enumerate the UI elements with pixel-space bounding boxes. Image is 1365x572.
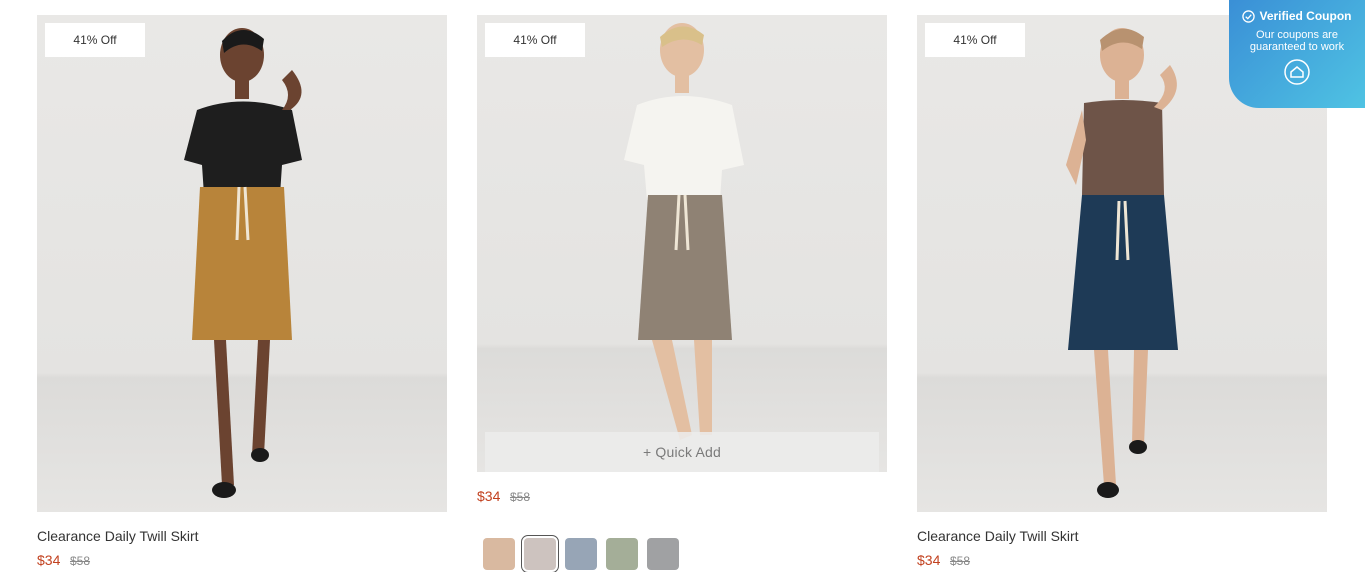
price-row: $34 $58 (477, 488, 887, 504)
coupon-header: Verified Coupon (1229, 9, 1365, 23)
sale-price: $34 (917, 552, 941, 568)
model-figure (624, 23, 744, 440)
coupon-subtitle: Our coupons are guaranteed to work (1249, 29, 1345, 53)
price-row: $34 $58 (917, 552, 1327, 568)
swatch-blue-grey[interactable] (565, 538, 597, 570)
check-circle-icon (1242, 9, 1256, 23)
model-figure (184, 28, 302, 498)
product-card[interactable]: 41% Off Clearance Daily Twill Skirt $34 … (37, 15, 447, 568)
original-price: $58 (509, 490, 531, 504)
model-figure (1066, 28, 1178, 498)
house-logo-icon (1284, 59, 1310, 85)
sale-price: $34 (477, 488, 501, 504)
original-price: $58 (69, 554, 91, 568)
swatch-sage[interactable] (606, 538, 638, 570)
swatch-tan[interactable] (483, 538, 515, 570)
product-title[interactable]: Clearance Daily Twill Skirt (37, 528, 447, 544)
sale-price: $34 (37, 552, 61, 568)
swatch-stone[interactable] (521, 535, 559, 572)
swatch-grey[interactable] (647, 538, 679, 570)
color-swatches (483, 535, 887, 572)
product-title[interactable]: Clearance Daily Twill Skirt (917, 528, 1327, 544)
product-card[interactable]: 41% Off + Quick Add $34 $58 (477, 15, 887, 572)
price-row: $34 $58 (37, 552, 447, 568)
discount-badge: 41% Off (485, 23, 585, 57)
product-image[interactable]: 41% Off + Quick Add (477, 15, 887, 472)
verified-coupon-widget[interactable]: Verified Coupon Our coupons are guarante… (1229, 0, 1365, 108)
quick-add-button[interactable]: + Quick Add (485, 432, 879, 472)
coupon-title: Verified Coupon (1259, 9, 1352, 23)
discount-badge: 41% Off (45, 23, 145, 57)
original-price: $58 (949, 554, 971, 568)
discount-badge: 41% Off (925, 23, 1025, 57)
product-image[interactable]: 41% Off (37, 15, 447, 512)
